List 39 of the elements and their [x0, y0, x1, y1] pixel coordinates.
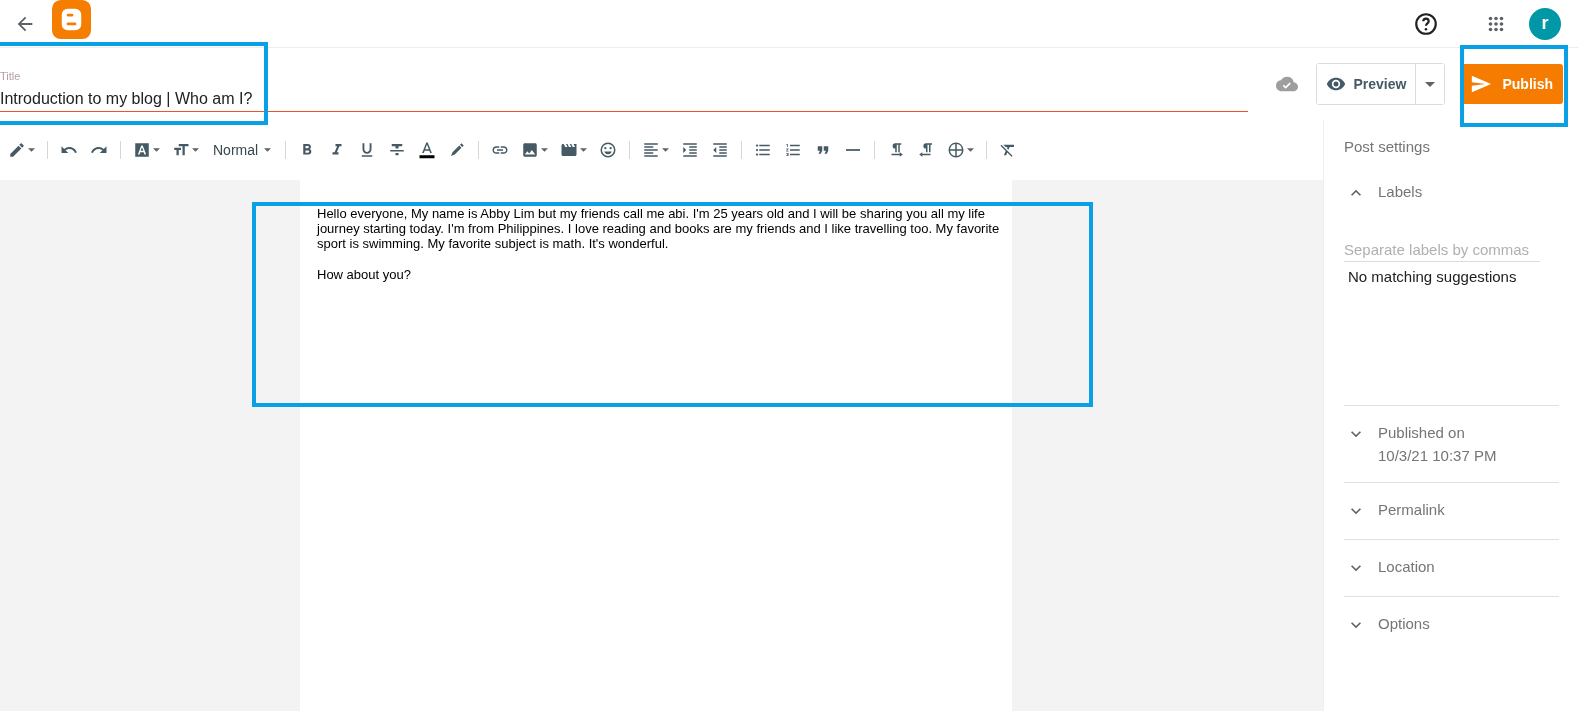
pencil-icon — [8, 141, 26, 159]
settings-section-header[interactable]: Published on 10/3/21 10:37 PM — [1344, 406, 1559, 482]
caret-icon — [192, 148, 199, 152]
outdent-icon — [711, 141, 730, 159]
caret-icon — [1425, 81, 1436, 87]
caret-icon — [264, 148, 272, 152]
caret-icon — [967, 148, 975, 152]
caret-icon — [541, 148, 549, 152]
highlighter-icon — [448, 141, 467, 159]
align-left-icon — [642, 141, 661, 159]
post-paragraph: How about you? — [317, 267, 412, 282]
caret-icon — [153, 148, 160, 152]
post-paragraph: Hello everyone, My name is Abby Lim but my friends call me abi. I'm 25 years old and I will be sharing you all my life journey starting today. I'm from Philippines. I love reading and books are my friends and I like travelling too. My favorite sport is swimming. My favorite subject is math. It's wonderful. — [317, 206, 1001, 251]
film-icon — [560, 141, 579, 159]
caret-icon — [28, 148, 35, 152]
title-input-field[interactable]: Introduction to my blog | Who am I? — [0, 90, 1248, 112]
font-icon — [133, 141, 151, 159]
settings-section-header[interactable]: Location — [1344, 540, 1559, 596]
blogger-logo-icon[interactable] — [52, 0, 91, 39]
title-label: Title — [0, 70, 22, 82]
image-icon — [521, 141, 540, 159]
indent-icon — [681, 141, 700, 159]
horizontal-rule-icon — [846, 149, 861, 151]
settings-section-header[interactable]: Options — [1344, 597, 1559, 653]
smiley-icon — [599, 141, 618, 159]
text-color-icon — [418, 141, 437, 159]
settings-section-header[interactable]: Permalink — [1344, 483, 1559, 539]
globe-icon — [947, 141, 966, 159]
suggestions-message: No matching suggestions — [1348, 268, 1518, 285]
send-icon — [1470, 73, 1493, 95]
account-avatar[interactable]: r — [1529, 7, 1561, 40]
preview-button[interactable]: Preview — [1316, 64, 1417, 104]
post-settings-heading: Post settings — [1344, 138, 1431, 155]
settings-section-header[interactable]: Labels — [1344, 165, 1559, 221]
numbered-list-icon — [784, 141, 803, 159]
caret-icon — [580, 148, 588, 152]
caret-icon — [662, 148, 670, 152]
paragraph-style-dropdown[interactable]: Normal — [205, 134, 280, 166]
help-icon[interactable] — [1413, 10, 1439, 37]
